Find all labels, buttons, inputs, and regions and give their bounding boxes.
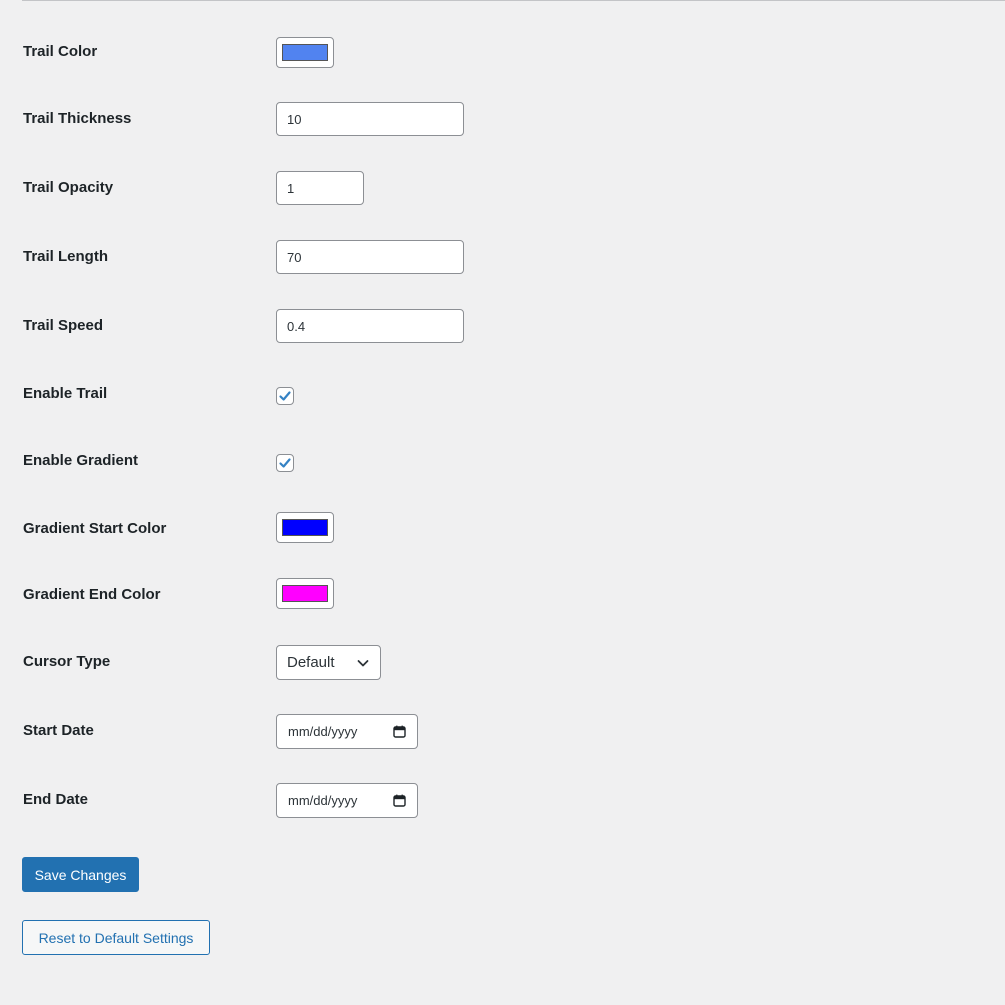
chevron-down-icon bbox=[357, 659, 369, 666]
trail-opacity-input[interactable] bbox=[276, 171, 364, 205]
end-date-placeholder: mm/dd/yyyy bbox=[288, 793, 358, 808]
enable-trail-checkbox[interactable] bbox=[276, 387, 294, 405]
end-date-label: End Date bbox=[23, 791, 89, 808]
start-date-label: Start Date bbox=[23, 722, 94, 739]
gradient-start-color-picker[interactable] bbox=[276, 512, 334, 543]
gradient-end-color-swatch bbox=[282, 585, 328, 602]
cursor-type-selected-value: Default bbox=[287, 654, 335, 671]
checkmark-icon bbox=[279, 391, 291, 401]
trail-speed-label: Trail Speed bbox=[23, 317, 104, 334]
checkmark-icon bbox=[279, 458, 291, 468]
top-divider bbox=[22, 0, 1005, 1]
reset-defaults-button[interactable]: Reset to Default Settings bbox=[22, 920, 210, 955]
calendar-icon[interactable] bbox=[393, 794, 406, 807]
end-date-input[interactable]: mm/dd/yyyy bbox=[276, 783, 418, 818]
trail-opacity-label: Trail Opacity bbox=[23, 179, 114, 196]
cursor-type-label: Cursor Type bbox=[23, 653, 111, 670]
trail-length-label: Trail Length bbox=[23, 248, 109, 265]
start-date-input[interactable]: mm/dd/yyyy bbox=[276, 714, 418, 749]
trail-speed-input[interactable] bbox=[276, 309, 464, 343]
gradient-end-color-label: Gradient End Color bbox=[23, 586, 161, 603]
enable-trail-label: Enable Trail bbox=[23, 385, 108, 402]
save-changes-button[interactable]: Save Changes bbox=[22, 857, 139, 892]
enable-gradient-label: Enable Gradient bbox=[23, 452, 139, 469]
trail-color-picker[interactable] bbox=[276, 37, 334, 68]
gradient-start-color-swatch bbox=[282, 519, 328, 536]
gradient-start-color-label: Gradient Start Color bbox=[23, 520, 167, 537]
trail-thickness-input[interactable] bbox=[276, 102, 464, 136]
calendar-icon[interactable] bbox=[393, 725, 406, 738]
enable-gradient-checkbox[interactable] bbox=[276, 454, 294, 472]
start-date-placeholder: mm/dd/yyyy bbox=[288, 724, 358, 739]
trail-length-input[interactable] bbox=[276, 240, 464, 274]
trail-thickness-label: Trail Thickness bbox=[23, 110, 132, 127]
cursor-type-select[interactable]: Default bbox=[276, 645, 381, 680]
trail-color-label: Trail Color bbox=[23, 43, 98, 60]
gradient-end-color-picker[interactable] bbox=[276, 578, 334, 609]
trail-color-swatch bbox=[282, 44, 328, 61]
